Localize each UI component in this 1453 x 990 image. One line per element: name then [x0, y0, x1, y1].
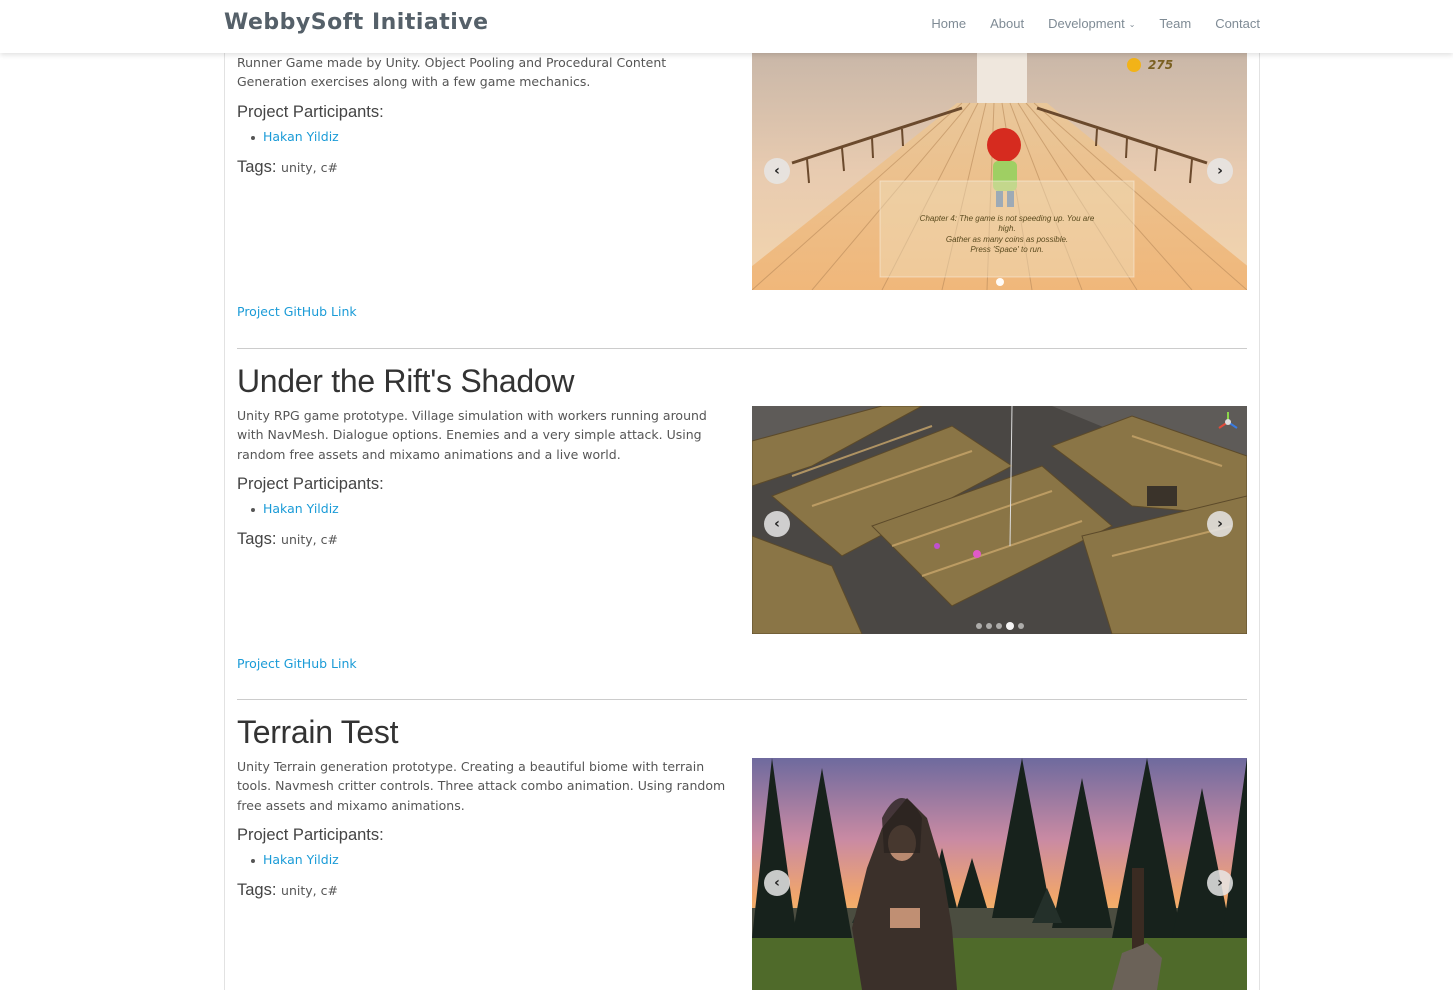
carousel-dot[interactable] [1017, 623, 1024, 629]
tags-label: Tags: [237, 529, 277, 548]
carousel-prev-button[interactable]: ‹ [764, 870, 790, 896]
coin-counter: 275 [1148, 58, 1173, 72]
chevron-down-icon: ⌄ [1128, 19, 1136, 29]
tags-values: unity, c# [281, 531, 338, 547]
site-brand[interactable]: WebbySoft Initiative [224, 10, 489, 35]
nav-about-label: About [990, 16, 1025, 31]
carousel-dot[interactable] [995, 278, 1004, 286]
nav-about[interactable]: About [990, 16, 1024, 31]
tags-values: unity, c# [281, 882, 338, 898]
svg-text:Press 'Space' to run.: Press 'Space' to run. [970, 245, 1043, 254]
tags-values: unity, c# [281, 159, 338, 175]
rift-screenshot [752, 406, 1247, 634]
nav-team-label: Team [1159, 16, 1192, 31]
carousel-prev-button[interactable]: ‹ [764, 511, 790, 537]
project-title: Terrain Test [237, 714, 399, 750]
chevron-right-icon: › [1217, 163, 1223, 179]
nav-contact[interactable]: Contact [1215, 16, 1260, 31]
nav-development[interactable]: Development ⌄ [1048, 16, 1135, 31]
svg-text:Gather as many coins as possib: Gather as many coins as possible. [946, 235, 1068, 244]
carousel-dot[interactable] [995, 623, 1002, 629]
svg-text:high.: high. [998, 224, 1015, 233]
chevron-left-icon: ‹ [774, 163, 780, 179]
carousel-runner[interactable]: 275 Chapter 4: The game is not speeding … [752, 53, 1247, 290]
chevron-left-icon: ‹ [774, 516, 780, 532]
section-divider [237, 699, 1247, 700]
carousel-rift[interactable]: ‹ › [752, 406, 1247, 634]
project-description: Unity Terrain generation prototype. Crea… [237, 759, 726, 813]
github-link[interactable]: Project GitHub Link [237, 304, 357, 319]
carousel-next-button[interactable]: › [1207, 158, 1233, 184]
runner-screenshot: 275 Chapter 4: The game is not speeding … [752, 53, 1247, 290]
tags-label: Tags: [237, 157, 277, 176]
svg-text:Chapter 4: The game is not spe: Chapter 4: The game is not speeding up. … [920, 214, 1095, 223]
nav-home-label: Home [931, 16, 967, 31]
nav-team[interactable]: Team [1159, 16, 1191, 31]
tags-label: Tags: [237, 880, 277, 899]
project-description: Runner Game made by Unity. Object Poolin… [237, 55, 667, 90]
chevron-right-icon: › [1217, 875, 1223, 891]
github-link[interactable]: Project GitHub Link [237, 656, 357, 671]
carousel-dot[interactable] [985, 623, 992, 629]
terrain-screenshot [752, 758, 1247, 990]
carousel-terrain[interactable]: ‹ › [752, 758, 1247, 990]
chevron-right-icon: › [1217, 516, 1223, 532]
carousel-dot[interactable] [1005, 622, 1014, 630]
carousel-next-button[interactable]: › [1207, 870, 1233, 896]
carousel-indicators [752, 278, 1247, 286]
navbar: WebbySoft Initiative Home About Developm… [0, 0, 1453, 53]
section-divider [237, 348, 1247, 349]
project-description: Unity RPG game prototype. Village simula… [237, 408, 707, 462]
carousel-indicators [752, 622, 1247, 630]
chevron-left-icon: ‹ [774, 875, 780, 891]
carousel-dot[interactable] [975, 623, 982, 629]
nav-home[interactable]: Home [931, 16, 966, 31]
carousel-prev-button[interactable]: ‹ [764, 158, 790, 184]
nav-development-label: Development [1048, 16, 1125, 31]
nav-contact-label: Contact [1215, 16, 1260, 31]
main-nav: Home About Development ⌄ Team Contact [907, 16, 1260, 31]
carousel-next-button[interactable]: › [1207, 511, 1233, 537]
project-title: Under the Rift's Shadow [237, 363, 575, 399]
